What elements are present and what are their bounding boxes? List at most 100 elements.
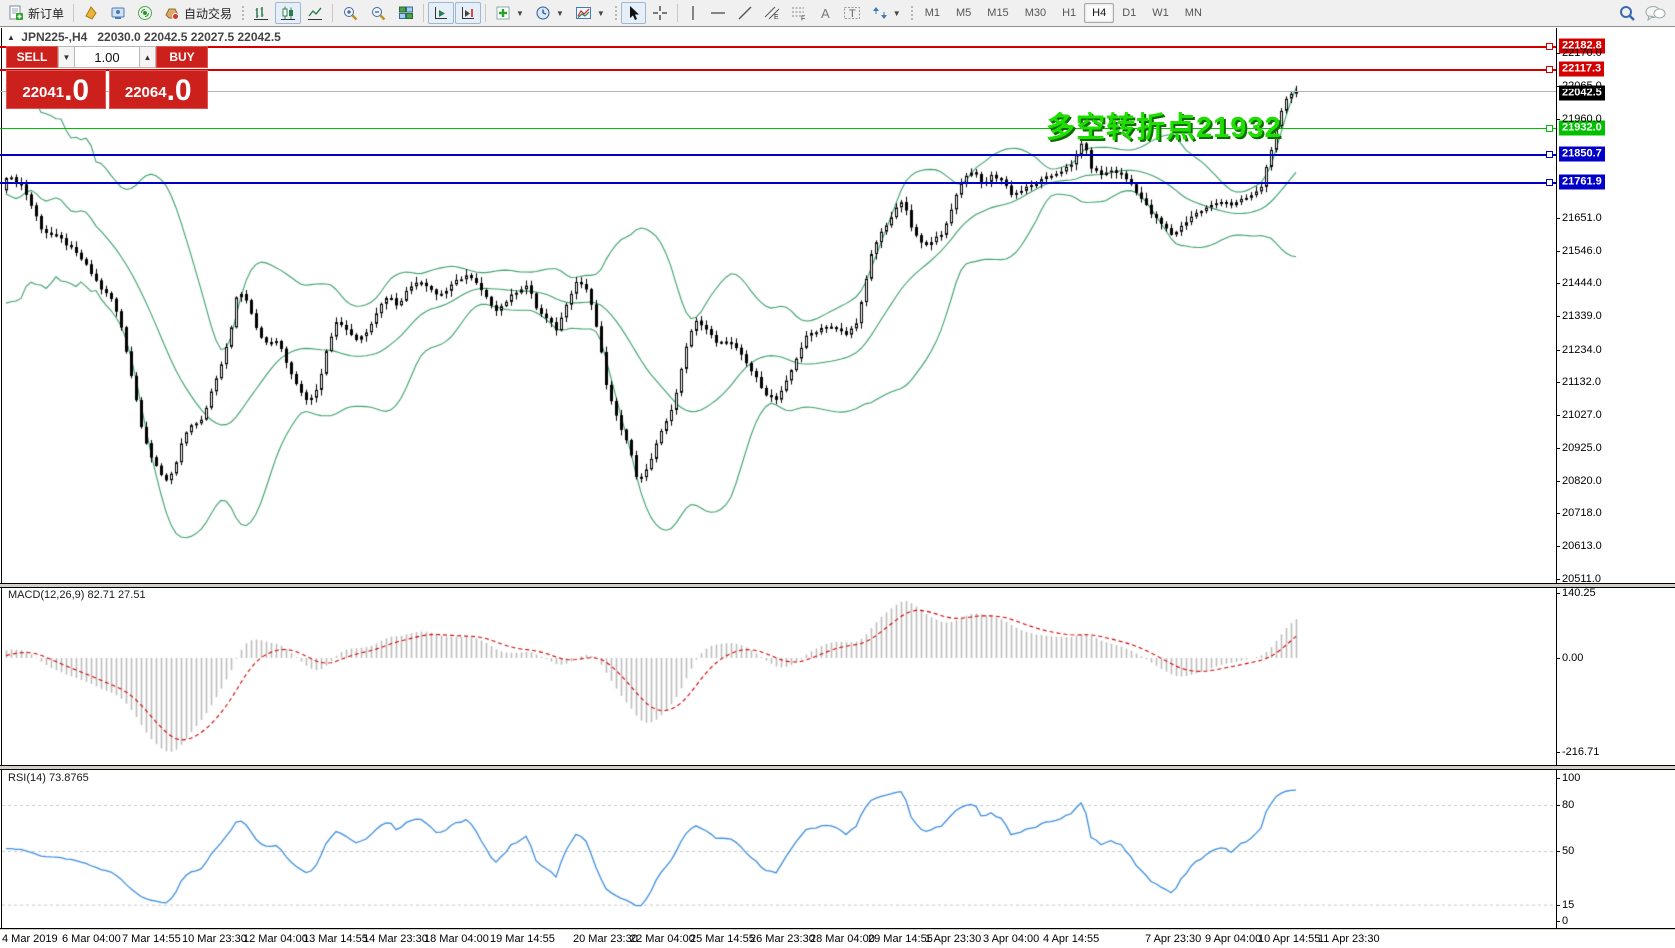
- candlestick-chart-icon: [280, 5, 296, 21]
- date-axis-label: 22 Mar 04:00: [630, 933, 695, 945]
- timeframe-m5[interactable]: M5: [948, 3, 979, 23]
- macd-indicator-label: MACD(12,26,9) 82.71 27.51: [8, 589, 146, 601]
- date-axis-label: 6 Mar 04:00: [62, 933, 121, 945]
- crosshair-button[interactable]: [647, 2, 673, 24]
- new-order-label: 新订单: [28, 5, 64, 22]
- sell-price-main: 22041: [22, 80, 64, 106]
- auto-trading-button[interactable]: 自动交易: [159, 2, 237, 25]
- level-marker[interactable]: [1546, 179, 1553, 186]
- ohlc-values: 22030.0 22042.5 22027.5 22042.5: [97, 30, 281, 44]
- templates-button[interactable]: ▼: [570, 2, 610, 24]
- indicators-button[interactable]: ▼: [490, 2, 529, 24]
- date-axis-label: 18 Mar 04:00: [424, 933, 489, 945]
- macd-axis-tick: -216.71: [1562, 746, 1599, 758]
- periods-button[interactable]: ▼: [530, 2, 569, 24]
- date-axis-label: 14 Mar 23:30: [363, 933, 428, 945]
- level-marker[interactable]: [1546, 66, 1553, 73]
- toolbar-grip[interactable]: [909, 4, 914, 22]
- volume-decrease-button[interactable]: ▼: [58, 46, 75, 68]
- price-axis-tick: 21444.0: [1562, 277, 1602, 289]
- level-marker[interactable]: [1546, 151, 1553, 158]
- price-axis-tick: 20613.0: [1562, 540, 1602, 552]
- rsi-indicator-label: RSI(14) 73.8765: [8, 772, 89, 784]
- level-price-badge: 22117.3: [1559, 62, 1604, 77]
- timeframe-m1[interactable]: M1: [917, 3, 948, 23]
- sell-price-frac: .0: [64, 76, 89, 106]
- price-axis-tick: 22170.0: [1562, 47, 1602, 59]
- chat-icon[interactable]: [1644, 4, 1666, 22]
- macd-panel-separator[interactable]: [0, 583, 1675, 588]
- auto-scroll-button[interactable]: [428, 2, 454, 24]
- sell-price-button[interactable]: 22041.0: [6, 70, 106, 109]
- horizontal-level-line[interactable]: [0, 154, 1556, 156]
- price-axis-tick: 21960.0: [1562, 113, 1602, 125]
- volume-input[interactable]: [75, 46, 139, 68]
- channel-button[interactable]: E: [759, 2, 785, 24]
- rsi-axis-tick: 0: [1562, 915, 1568, 927]
- arrows-button[interactable]: ▼: [867, 2, 906, 24]
- profiles-button[interactable]: [105, 2, 131, 24]
- cursor-button[interactable]: [621, 2, 646, 24]
- text-button[interactable]: A: [813, 2, 837, 24]
- collapse-triangle-icon[interactable]: ▲: [7, 33, 15, 42]
- fibonacci-button[interactable]: F: [786, 2, 812, 24]
- tile-windows-button[interactable]: [393, 2, 419, 24]
- date-axis-label: 9 Apr 04:00: [1205, 933, 1261, 945]
- horizontal-level-line[interactable]: [0, 128, 1556, 129]
- price-axis-tick: 20925.0: [1562, 442, 1602, 454]
- search-icon[interactable]: [1618, 4, 1636, 22]
- timeframe-w1[interactable]: W1: [1144, 3, 1177, 23]
- sell-button[interactable]: SELL: [6, 46, 58, 68]
- price-chart-canvas[interactable]: [2, 28, 1556, 928]
- separator: [332, 4, 333, 22]
- chevron-down-icon: ▼: [893, 9, 901, 18]
- horizontal-level-line[interactable]: [0, 46, 1556, 48]
- vertical-line-button[interactable]: [682, 2, 704, 24]
- chart-left-border: [1, 28, 2, 929]
- text-label-icon: T: [843, 5, 861, 21]
- horizontal-level-line[interactable]: [0, 69, 1556, 71]
- date-axis-label: 10 Apr 14:55: [1258, 933, 1320, 945]
- rsi-panel-separator[interactable]: [0, 765, 1675, 770]
- rsi-axis-tick: 15: [1562, 899, 1574, 911]
- new-order-button[interactable]: 新订单: [3, 2, 69, 25]
- market-profile-button[interactable]: [78, 2, 104, 24]
- horizontal-level-line[interactable]: [0, 182, 1556, 184]
- candlestick-chart-button[interactable]: [275, 2, 301, 24]
- timeframe-h4[interactable]: H4: [1084, 3, 1114, 23]
- date-axis-label: 19 Mar 14:55: [490, 933, 555, 945]
- volume-increase-button[interactable]: ▲: [139, 46, 156, 68]
- buy-price-button[interactable]: 22064.0: [109, 70, 209, 109]
- price-axis-tick: 21027.0: [1562, 409, 1602, 421]
- chart-annotation-text[interactable]: 多空转折点21932: [1046, 104, 1282, 146]
- chart-shift-button[interactable]: [455, 2, 481, 24]
- fibonacci-icon: F: [791, 5, 807, 21]
- line-chart-button[interactable]: [302, 2, 328, 24]
- price-axis-tick: 21339.0: [1562, 310, 1602, 322]
- timeframe-m15[interactable]: M15: [979, 3, 1016, 23]
- toolbar-grip[interactable]: [613, 4, 618, 22]
- timeframe-m30[interactable]: M30: [1017, 3, 1054, 23]
- date-axis-label: 1 Apr 23:30: [925, 933, 981, 945]
- level-marker[interactable]: [1546, 125, 1553, 132]
- timeframe-d1[interactable]: D1: [1114, 3, 1144, 23]
- level-marker[interactable]: [1546, 43, 1553, 50]
- signals-icon: [137, 5, 153, 21]
- bar-chart-button[interactable]: [248, 2, 274, 24]
- zoom-out-button[interactable]: [365, 2, 392, 25]
- buy-button[interactable]: BUY: [156, 46, 208, 68]
- periods-icon: [535, 5, 551, 21]
- timeframe-h1[interactable]: H1: [1054, 3, 1084, 23]
- buy-price-main: 22064: [125, 80, 167, 106]
- profiles-icon: [110, 5, 126, 21]
- trendline-button[interactable]: [732, 2, 758, 24]
- chart-shift-icon: [460, 5, 476, 21]
- toolbar-grip[interactable]: [240, 4, 245, 22]
- horizontal-line-button[interactable]: [705, 2, 731, 24]
- templates-icon: [575, 5, 592, 21]
- current-price-line[interactable]: [0, 91, 1556, 92]
- text-label-button[interactable]: T: [838, 2, 866, 24]
- timeframe-mn[interactable]: MN: [1177, 3, 1210, 23]
- zoom-in-button[interactable]: [337, 2, 364, 25]
- signals-button[interactable]: [132, 2, 158, 24]
